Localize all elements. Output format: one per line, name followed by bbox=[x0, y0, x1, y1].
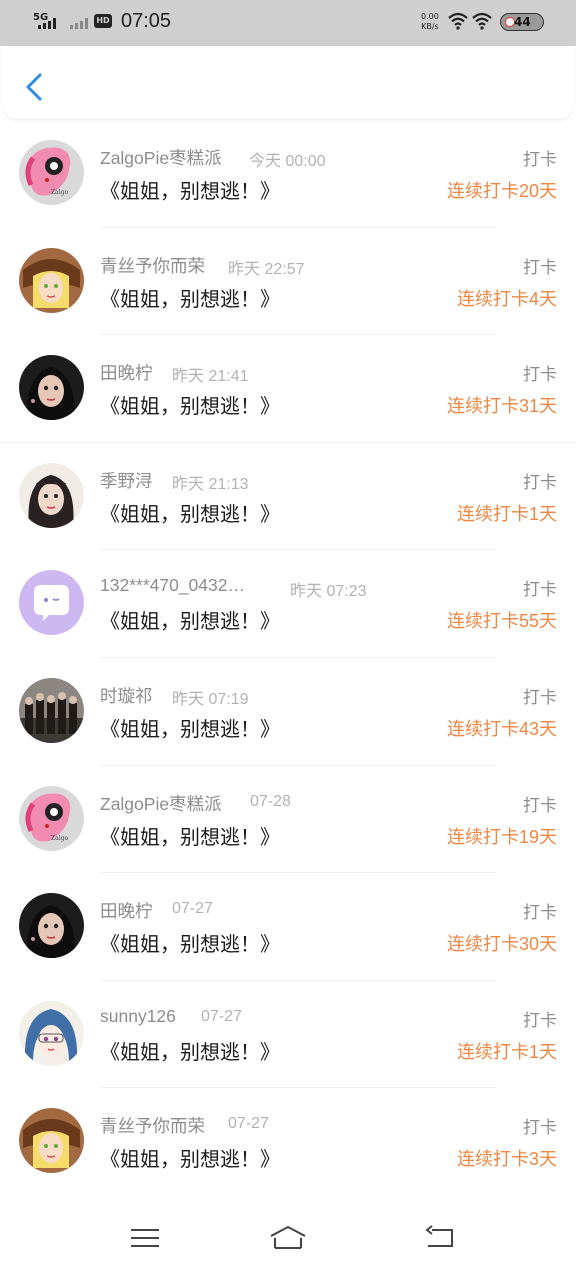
checkin-tag: 打卡 bbox=[523, 365, 557, 386]
checkin-tag: 打卡 bbox=[523, 1118, 557, 1139]
back-icon[interactable] bbox=[424, 1224, 456, 1252]
timestamp: 07-28 bbox=[250, 792, 291, 810]
clock: 07:05 bbox=[121, 10, 172, 32]
checkin-tag: 打卡 bbox=[523, 257, 557, 278]
streak-count: 连续打卡31天 bbox=[446, 396, 557, 417]
book-title: 《姐姐，别想逃！》 bbox=[100, 179, 280, 203]
list-item[interactable]: Zalgo ZalgoPie枣糕派 07-28 《姐姐，别想逃！》 打卡连续打卡19天 bbox=[0, 766, 576, 874]
avatar[interactable] bbox=[19, 355, 84, 421]
avatar[interactable] bbox=[19, 462, 84, 528]
streak-count: 连续打卡1天 bbox=[456, 503, 557, 524]
list-item[interactable]: 132***470_0432… 昨天 07:23 《姐姐，别想逃！》 打卡连续打卡55… bbox=[0, 550, 576, 658]
streak-count: 连续打卡19天 bbox=[446, 826, 557, 847]
menu-icon[interactable] bbox=[129, 1224, 161, 1252]
book-title: 《姐姐，别想逃！》 bbox=[100, 932, 280, 957]
streak-count: 连续打卡1天 bbox=[456, 1041, 557, 1062]
timestamp: 07-27 bbox=[172, 900, 213, 918]
avatar[interactable] bbox=[19, 570, 84, 636]
streak-count: 连续打卡4天 bbox=[456, 288, 557, 309]
book-title: 《姐姐，别想逃！》 bbox=[100, 1147, 280, 1172]
avatar[interactable] bbox=[19, 1108, 84, 1174]
streak-count: 连续打卡20天 bbox=[446, 181, 557, 201]
list-item[interactable]: 青丝予你而荣 昨天 22:57 《姐姐，别想逃！》 打卡连续打卡4天 bbox=[0, 228, 576, 336]
signal-secondary-icon bbox=[70, 18, 88, 29]
hd-icon: HD bbox=[94, 14, 112, 28]
book-title: 《姐姐，别想逃！》 bbox=[100, 609, 280, 634]
speed-value: 0.00 bbox=[421, 12, 439, 21]
speed-unit: KB/s bbox=[421, 22, 439, 31]
avatar[interactable] bbox=[19, 893, 84, 959]
user-name[interactable]: sunny126 bbox=[100, 1006, 176, 1027]
network-speed: 0.00 KB/s bbox=[421, 12, 439, 32]
battery-level: 44 bbox=[514, 15, 531, 29]
checkin-tag: 打卡 bbox=[523, 150, 557, 170]
user-name[interactable]: 132***470_0432… bbox=[100, 575, 245, 596]
user-name[interactable]: 青丝予你而荣 bbox=[100, 253, 205, 278]
status-bar: 5G HD 07:05 0.00 KB/s 44 bbox=[0, 0, 576, 46]
timestamp: 昨天 07:19 bbox=[172, 690, 249, 708]
user-name[interactable]: 时璇祁 bbox=[100, 683, 153, 708]
streak-count: 连续打卡43天 bbox=[446, 718, 557, 739]
streak-count: 连续打卡55天 bbox=[446, 611, 557, 632]
list-item[interactable]: sunny126 07-27 《姐姐，别想逃！》 打卡连续打卡1天 bbox=[0, 981, 576, 1089]
checkin-tag: 打卡 bbox=[523, 903, 557, 924]
list-item[interactable]: 田晚柠 07-27 《姐姐，别想逃！》 打卡连续打卡30天 bbox=[0, 873, 576, 981]
avatar[interactable]: Zalgo bbox=[19, 140, 84, 205]
user-name[interactable]: 田晚柠 bbox=[100, 360, 153, 385]
streak-count: 连续打卡3天 bbox=[456, 1149, 557, 1170]
user-name[interactable]: 田晚柠 bbox=[100, 898, 153, 923]
signal-icon bbox=[38, 18, 56, 29]
checkin-tag: 打卡 bbox=[523, 580, 557, 601]
avatar[interactable] bbox=[19, 1000, 84, 1066]
timestamp: 07-27 bbox=[201, 1007, 242, 1025]
timestamp: 今天 00:00 bbox=[249, 153, 326, 170]
avatar[interactable]: Zalgo bbox=[19, 785, 84, 851]
svg-text:Zalgo: Zalgo bbox=[51, 835, 69, 842]
timestamp: 昨天 07:23 bbox=[290, 583, 367, 601]
checkin-tag: 打卡 bbox=[523, 472, 557, 493]
book-title: 《姐姐，别想逃！》 bbox=[100, 1039, 280, 1064]
checkin-tag: 打卡 bbox=[523, 1010, 557, 1031]
book-title: 《姐姐，别想逃！》 bbox=[100, 501, 280, 526]
list-item[interactable]: Zalgo ZalgoPie枣糕派 今天 00:00 《姐姐，别想逃！》 打卡连续打卡2… bbox=[0, 120, 576, 228]
user-name[interactable]: 青丝予你而荣 bbox=[100, 1113, 205, 1138]
checkin-tag: 打卡 bbox=[523, 795, 557, 816]
system-nav-bar bbox=[0, 1194, 576, 1280]
timestamp: 07-27 bbox=[228, 1115, 269, 1133]
user-name[interactable]: 季野浔 bbox=[100, 468, 153, 493]
user-name[interactable]: ZalgoPie枣糕派 bbox=[100, 145, 222, 170]
timestamp: 昨天 22:57 bbox=[228, 260, 305, 278]
book-title: 《姐姐，别想逃！》 bbox=[100, 394, 280, 419]
svg-text:Zalgo: Zalgo bbox=[51, 189, 69, 196]
book-title: 《姐姐，别想逃！》 bbox=[100, 824, 280, 849]
list-item[interactable]: 田晚柠 昨天 21:41 《姐姐，别想逃！》 打卡连续打卡31天 bbox=[0, 335, 576, 443]
user-name[interactable]: ZalgoPie枣糕派 bbox=[100, 791, 222, 816]
avatar[interactable] bbox=[19, 247, 84, 313]
list-item[interactable]: 时璇祁 昨天 07:19 《姐姐，别想逃！》 打卡连续打卡43天 bbox=[0, 658, 576, 766]
list-item[interactable]: 季野浔 昨天 21:13 《姐姐，别想逃！》 打卡连续打卡1天 bbox=[0, 443, 576, 551]
battery-icon: 44 bbox=[500, 13, 544, 31]
back-arrow-icon[interactable] bbox=[20, 72, 50, 102]
book-title: 《姐姐，别想逃！》 bbox=[100, 716, 280, 741]
header bbox=[2, 46, 574, 120]
list-item[interactable]: 青丝予你而荣 07-27 《姐姐，别想逃！》 打卡连续打卡3天 bbox=[0, 1088, 576, 1196]
book-title: 《姐姐，别想逃！》 bbox=[100, 286, 280, 311]
streak-count: 连续打卡30天 bbox=[446, 934, 557, 955]
wifi-icon bbox=[448, 12, 468, 30]
checkin-record-list: Zalgo ZalgoPie枣糕派 今天 00:00 《姐姐，别想逃！》 打卡 连续打卡2… bbox=[0, 120, 576, 1196]
timestamp: 昨天 21:41 bbox=[172, 368, 249, 386]
avatar[interactable] bbox=[19, 677, 84, 743]
wifi-icon bbox=[472, 12, 492, 30]
checkin-tag: 打卡 bbox=[523, 687, 557, 708]
timestamp: 昨天 21:13 bbox=[172, 475, 249, 493]
home-icon[interactable] bbox=[268, 1224, 308, 1252]
